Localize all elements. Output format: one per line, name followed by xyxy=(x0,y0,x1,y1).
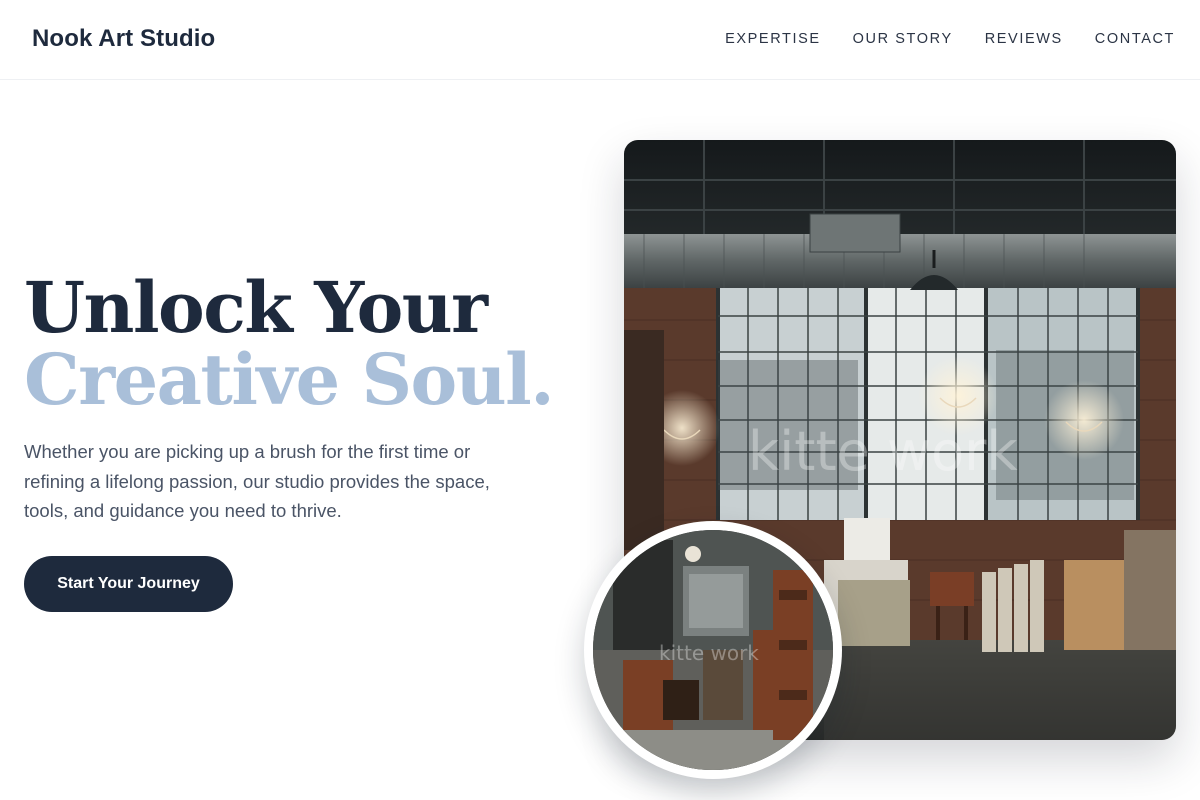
hero-description: Whether you are picking up a brush for t… xyxy=(24,441,490,521)
nav-link-contact[interactable]: CONTACT xyxy=(1095,31,1175,47)
main-nav: EXPERTISE OUR STORY REVIEWS CONTACT xyxy=(725,31,1175,47)
hero-title-line-2: Creative Soul. xyxy=(24,338,555,421)
brand-logo[interactable]: Nook Art Studio xyxy=(32,25,215,53)
hero-title: Unlock Your Creative Soul. xyxy=(24,266,555,421)
hero-title-line-1: Unlock Your xyxy=(24,266,488,349)
start-journey-button[interactable]: Start Your Journey xyxy=(24,556,233,612)
main-image-watermark: kitte work xyxy=(748,420,1018,483)
nav-link-our-story[interactable]: OUR STORY xyxy=(853,31,953,47)
nav-link-expertise[interactable]: EXPERTISE xyxy=(725,31,821,47)
nav-link-reviews[interactable]: REVIEWS xyxy=(985,31,1063,47)
circle-image-watermark: kitte work xyxy=(659,641,759,665)
site-header: Nook Art Studio EXPERTISE OUR STORY REVI… xyxy=(0,0,1200,80)
studio-detail-image: kitte work xyxy=(584,521,842,779)
